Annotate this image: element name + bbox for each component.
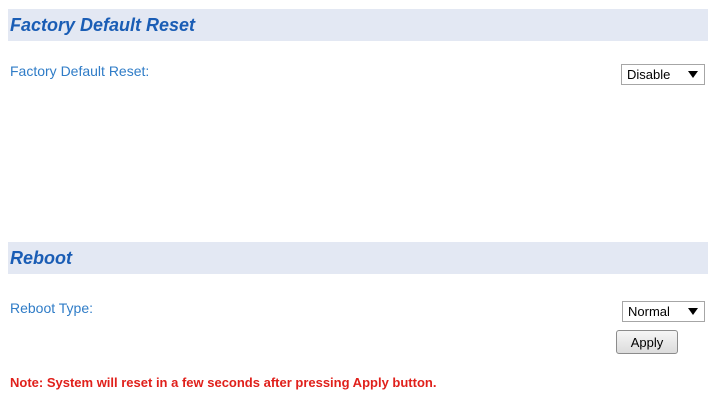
reboot-header: Reboot bbox=[8, 242, 708, 274]
factory-reset-label: Factory Default Reset: bbox=[10, 63, 150, 79]
chevron-down-icon bbox=[688, 71, 698, 78]
apply-button[interactable]: Apply bbox=[616, 330, 678, 354]
factory-reset-title: Factory Default Reset bbox=[10, 14, 196, 35]
factory-reset-select-value: Disable bbox=[627, 67, 671, 82]
reboot-type-select-value: Normal bbox=[628, 304, 670, 319]
reboot-type-label: Reboot Type: bbox=[10, 300, 94, 316]
factory-reset-select[interactable]: Disable bbox=[621, 64, 705, 85]
factory-reset-header: Factory Default Reset bbox=[8, 9, 708, 41]
chevron-down-icon bbox=[688, 308, 698, 315]
page: Factory Default Reset Factory Default Re… bbox=[0, 0, 708, 400]
reboot-title: Reboot bbox=[10, 247, 72, 268]
reboot-type-select[interactable]: Normal bbox=[622, 301, 705, 322]
reset-note: Note: System will reset in a few seconds… bbox=[10, 375, 437, 390]
